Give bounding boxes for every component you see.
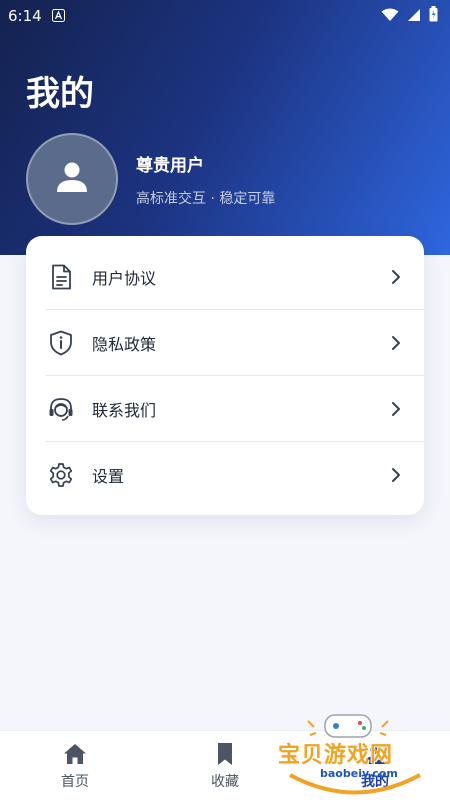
menu-item-label: 用户协议 — [92, 269, 157, 288]
tab-label: 首页 — [61, 773, 89, 790]
notification-a-icon — [51, 7, 65, 26]
document-icon — [46, 262, 76, 292]
user-name: 尊贵用户 — [136, 155, 204, 176]
watermark: 宝贝游戏网 baobeiy.com — [270, 705, 450, 800]
status-time: 6:14 — [8, 7, 42, 25]
menu-item-user-agreement[interactable]: 用户协议 — [46, 244, 404, 310]
menu-item-contact-us[interactable]: 联系我们 — [46, 376, 404, 442]
menu-item-settings[interactable]: 设置 — [46, 442, 404, 508]
tab-label: 收藏 — [211, 773, 239, 790]
user-subtitle: 高标准交互 · 稳定可靠 — [136, 190, 276, 207]
avatar[interactable] — [26, 133, 118, 225]
menu-item-label: 联系我们 — [92, 401, 157, 420]
chevron-right-icon — [388, 335, 404, 351]
chevron-right-icon — [388, 467, 404, 483]
chevron-right-icon — [388, 269, 404, 285]
headset-icon — [46, 394, 76, 424]
tab-home[interactable]: 首页 — [0, 731, 150, 800]
menu-item-label: 设置 — [92, 467, 125, 486]
menu-card: 用户协议 隐私政策 联系我们 设置 — [26, 236, 424, 515]
profile-section[interactable]: 尊贵用户 高标准交互 · 稳定可靠 — [26, 133, 275, 225]
bookmark-icon — [212, 741, 238, 767]
wifi-icon — [381, 7, 399, 26]
gear-icon — [46, 460, 76, 490]
signal-icon — [407, 7, 421, 26]
user-avatar-icon — [54, 159, 90, 199]
shield-icon — [46, 328, 76, 358]
status-bar: 6:14 — [0, 0, 450, 32]
menu-item-label: 隐私政策 — [92, 335, 157, 354]
battery-icon — [429, 6, 438, 26]
chevron-right-icon — [388, 401, 404, 417]
menu-item-privacy-policy[interactable]: 隐私政策 — [46, 310, 404, 376]
page-title: 我的 — [26, 74, 94, 114]
watermark-url: baobeiy.com — [320, 767, 398, 780]
home-icon — [62, 741, 88, 767]
watermark-text: 宝贝游戏网 — [278, 743, 394, 768]
